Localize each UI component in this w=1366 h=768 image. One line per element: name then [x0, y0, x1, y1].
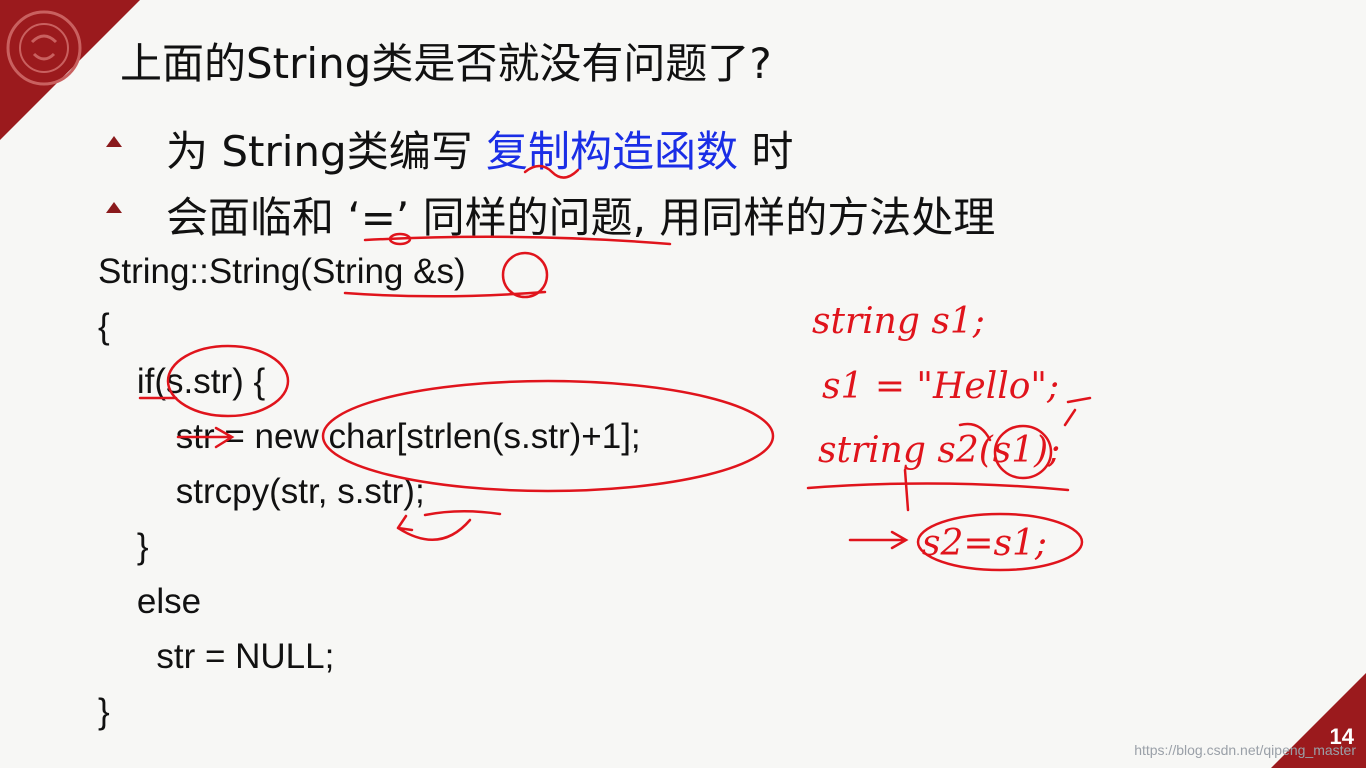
handwriting-line: s1 = "Hello"; [822, 366, 1059, 407]
code-line: else [98, 582, 202, 621]
underline-sstr [423, 509, 502, 517]
handwriting-line: string s2(s1); [818, 430, 1060, 471]
code-line: } [98, 692, 110, 731]
code-line: str = new char[strlen(s.str)+1]; [98, 417, 641, 456]
circle-s1-arg [993, 424, 1053, 480]
circle-s2-assign [916, 512, 1084, 572]
code-line: if(s.str) { [98, 362, 266, 401]
arrow-down [903, 468, 910, 512]
slide-title: 上面的String类是否就没有问题了? [120, 39, 772, 88]
underline-param [343, 290, 547, 298]
underline-s2-decl [806, 482, 1070, 492]
university-seal-icon [6, 10, 82, 86]
bullet-item-same-problem: 会面临和 ‘=’ 同样的问题, 用同样的方法处理 [106, 184, 996, 245]
bullet-highlight: 复制构造函数 [486, 127, 739, 176]
triangle-bullet-icon [106, 136, 122, 147]
arrow-s2 [958, 422, 992, 442]
watermark: https://blog.csdn.net/qipeng_master [1134, 742, 1356, 758]
bullet-text: 会面临和 ‘=’ 同样的问题, 用同样的方法处理 [166, 193, 996, 242]
triangle-bullet-icon [106, 202, 122, 213]
bullet-text-before: 为 String类编写 [166, 127, 487, 176]
code-line: String::String(String &s) [98, 252, 466, 291]
handwriting-line: string s1; [812, 301, 985, 342]
code-line: } [98, 527, 149, 566]
arrow-hand [848, 530, 909, 550]
handwriting-line: s2=s1; [922, 523, 1047, 564]
code-line: strcpy(str, s.str); [98, 472, 425, 511]
check-mark [1063, 396, 1092, 427]
bullet-text-after: 时 [738, 127, 794, 176]
circle-param-s [501, 251, 549, 299]
code-line: { [98, 307, 110, 346]
bullet-item-copy-constructor: 为 String类编写 复制构造函数 时 [106, 118, 793, 179]
bullet-text: 为 String类编写 复制构造函数 时 [166, 127, 793, 176]
curve-arrow-strcpy [396, 514, 472, 541]
code-line: str = NULL; [98, 637, 335, 676]
